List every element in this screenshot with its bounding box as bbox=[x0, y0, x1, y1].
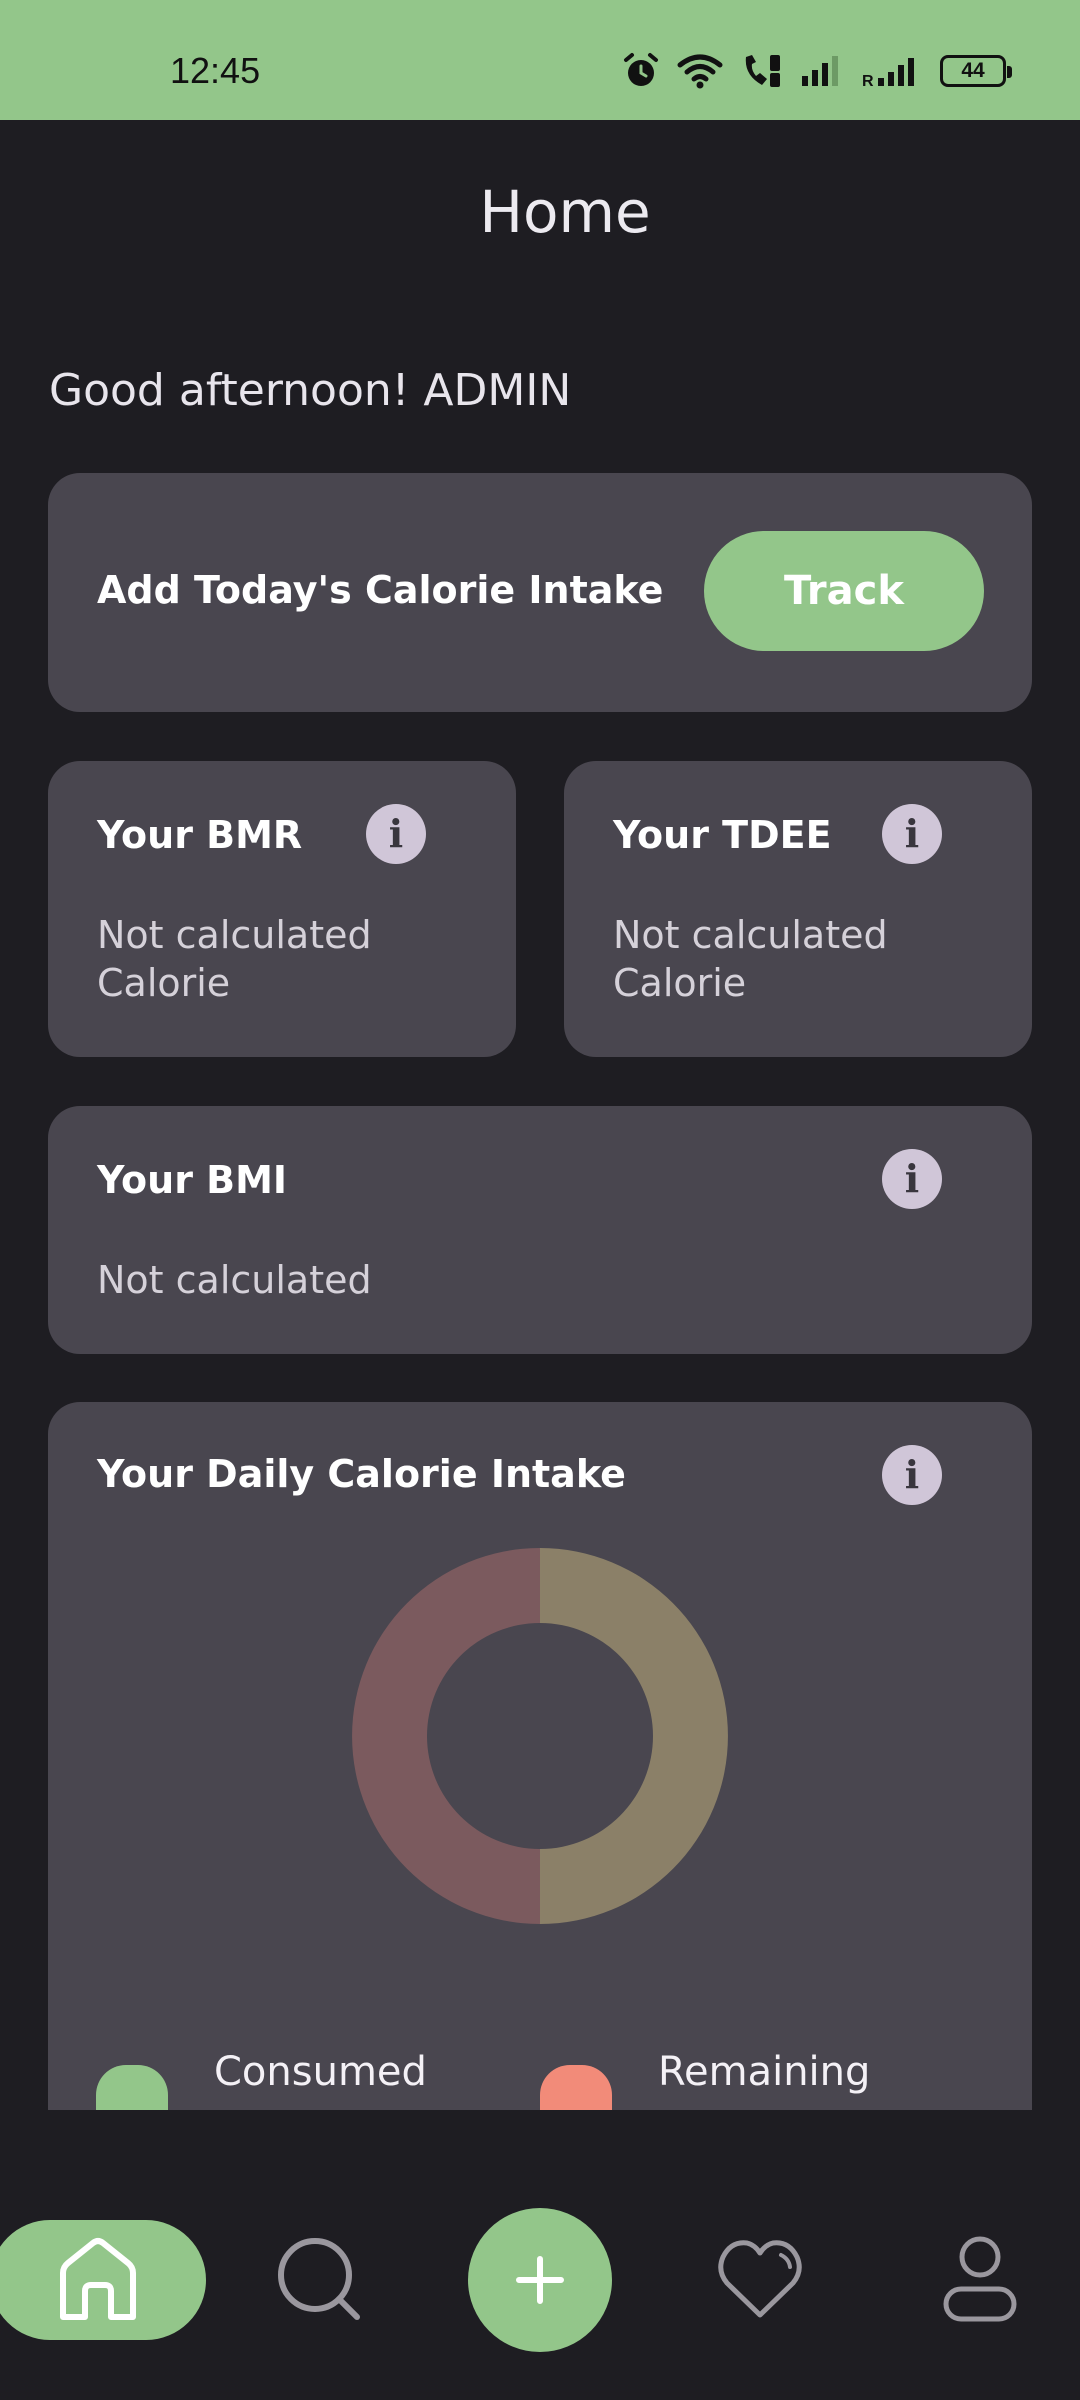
status-time: 12:45 bbox=[170, 50, 261, 91]
tdee-value-line2: Calorie bbox=[613, 961, 747, 1005]
wifi-icon bbox=[677, 54, 723, 89]
tdee-value-line1: Not calculated bbox=[613, 913, 888, 957]
page-title: Home bbox=[479, 178, 651, 246]
status-bar: 12:45 R 44 bbox=[0, 0, 1080, 120]
home-icon bbox=[60, 2238, 136, 2320]
bmr-info-icon[interactable]: i bbox=[366, 804, 426, 864]
tdee-title: Your TDEE bbox=[613, 813, 832, 857]
roaming-signal-icon: R bbox=[862, 58, 914, 88]
legend-swatch-remaining bbox=[540, 2065, 612, 2110]
legend-label-consumed: Consumed bbox=[214, 2049, 427, 2095]
bmr-value-line2: Calorie bbox=[97, 961, 231, 1005]
bmi-info-icon[interactable]: i bbox=[882, 1149, 942, 1209]
bmr-card: Your BMR i Not calculated Calorie bbox=[48, 761, 516, 1057]
track-button[interactable]: Track bbox=[704, 531, 984, 651]
legend-label-remaining: Remaining bbox=[658, 2049, 871, 2095]
favorites-icon[interactable] bbox=[715, 2235, 805, 2325]
status-icons: R 44 bbox=[622, 50, 1012, 92]
bmi-value: Not calculated bbox=[97, 1258, 372, 1302]
alarm-icon bbox=[624, 53, 658, 86]
add-icon bbox=[516, 2256, 564, 2304]
calorie-donut-chart bbox=[352, 1548, 728, 1924]
signal-icon bbox=[802, 56, 838, 86]
volte-call-icon bbox=[745, 55, 780, 87]
tdee-value: Not calculated Calorie bbox=[613, 911, 888, 1007]
bmr-value-line1: Not calculated bbox=[97, 913, 372, 957]
donut-slice-consumed bbox=[540, 1548, 728, 1924]
tdee-info-icon[interactable]: i bbox=[882, 804, 942, 864]
nav-home-button[interactable] bbox=[0, 2220, 206, 2340]
bmr-title: Your BMR bbox=[97, 813, 303, 857]
legend-swatch-consumed bbox=[96, 2065, 168, 2110]
calorie-intake-card: Your Daily Calorie Intake i Consumed Rem… bbox=[48, 1402, 1032, 2110]
bmi-card: Your BMI i Not calculated bbox=[48, 1106, 1032, 1354]
calorie-intake-title: Your Daily Calorie Intake bbox=[97, 1452, 626, 1496]
svg-text:R: R bbox=[862, 73, 874, 88]
tdee-card: Your TDEE i Not calculated Calorie bbox=[564, 761, 1032, 1057]
calorie-intake-info-icon[interactable]: i bbox=[882, 1445, 942, 1505]
donut-slice-remaining bbox=[352, 1548, 540, 1924]
greeting-text: Good afternoon! ADMIN bbox=[49, 365, 572, 416]
track-card-label: Add Today's Calorie Intake bbox=[97, 568, 664, 612]
search-icon[interactable] bbox=[275, 2235, 365, 2325]
bmi-title: Your BMI bbox=[97, 1158, 288, 1202]
bottom-navigation bbox=[0, 2110, 1080, 2400]
nav-add-button[interactable] bbox=[468, 2208, 612, 2352]
track-card: Add Today's Calorie Intake Track bbox=[48, 473, 1032, 712]
profile-icon[interactable] bbox=[940, 2235, 1020, 2325]
bmr-value: Not calculated Calorie bbox=[97, 911, 372, 1007]
battery-icon: 44 bbox=[940, 55, 1012, 87]
